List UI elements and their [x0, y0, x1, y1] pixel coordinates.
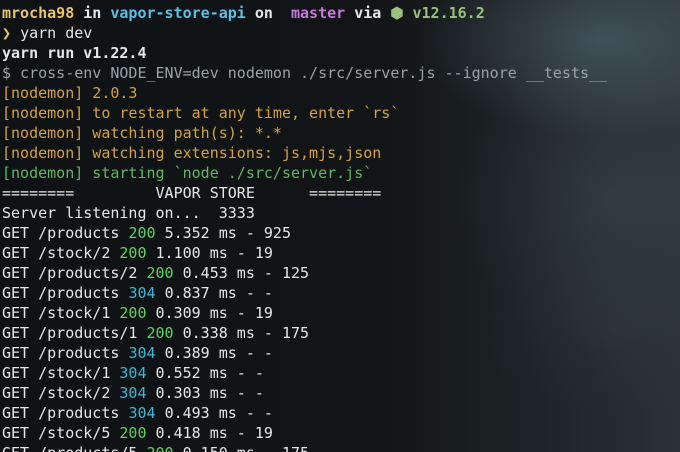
request-status: 200 — [119, 304, 147, 322]
nodemon-line: [nodemon] watching path(s): *.* — [2, 124, 282, 142]
prompt-via: via — [354, 4, 382, 22]
request-status: 200 — [119, 244, 147, 262]
nodemon-line: [nodemon] watching extensions: js,mjs,js… — [2, 144, 382, 162]
server-listening-line: Server listening on... 3333 — [2, 204, 255, 222]
prompt-on: on — [254, 4, 273, 22]
request-status: 200 — [146, 264, 174, 282]
request-timing: 5.352 ms - 925 — [164, 224, 291, 242]
prompt-node-version: v12.16.2 — [412, 4, 485, 22]
terminal-output: mrocha98 in vapor-store-api on master vi… — [0, 0, 680, 452]
request-timing: 0.493 ms - - — [164, 404, 273, 422]
prompt-branch: master — [291, 4, 346, 22]
app-banner: ======== VAPOR STORE ======== — [2, 184, 382, 202]
request-timing: 0.309 ms - 19 — [155, 304, 273, 322]
request-timing: 1.100 ms - 19 — [155, 244, 273, 262]
request-path: /stock/2 — [38, 384, 111, 402]
node-icon: ⬢ — [390, 4, 404, 22]
request-line: GET /products/1 200 0.338 ms - 175 — [2, 323, 680, 343]
request-timing: 0.303 ms - - — [155, 384, 264, 402]
request-path: /stock/5 — [38, 424, 111, 442]
request-line: GET /stock/1 200 0.309 ms - 19 — [2, 303, 680, 323]
request-status: 304 — [119, 384, 147, 402]
request-line: GET /products 200 5.352 ms - 925 — [2, 223, 680, 243]
prompt-in: in — [83, 4, 102, 22]
request-method: GET — [2, 344, 30, 362]
request-status: 200 — [128, 224, 156, 242]
request-path: /products — [38, 224, 120, 242]
request-path: /products — [38, 344, 120, 362]
request-path: /products/1 — [38, 324, 138, 342]
request-path: /products — [38, 284, 120, 302]
request-line: GET /stock/5 200 0.418 ms - 19 — [2, 423, 680, 443]
request-method: GET — [2, 444, 29, 452]
request-line: GET /products/5 200 0.150 ms - 175 — [2, 443, 680, 452]
request-method: GET — [2, 404, 30, 422]
request-timing: 0.150 ms - 175 — [183, 444, 309, 452]
request-status: 304 — [128, 344, 156, 362]
request-method: GET — [2, 304, 30, 322]
request-line: GET /products 304 0.837 ms - - — [2, 283, 680, 303]
nodemon-start-line: [nodemon] starting `node ./src/server.js… — [2, 164, 373, 182]
request-status: 304 — [128, 404, 156, 422]
command-text: yarn dev — [20, 24, 93, 42]
request-log: GET /products 200 5.352 ms - 925 GET /st… — [2, 223, 680, 452]
nodemon-line: [nodemon] to restart at any time, enter … — [2, 104, 400, 122]
yarn-version-line: yarn run v1.22.4 — [2, 44, 147, 62]
request-path: /products/2 — [38, 264, 138, 282]
request-timing: 0.453 ms - 125 — [182, 264, 310, 282]
request-status: 304 — [119, 364, 147, 382]
request-timing: 0.837 ms - - — [164, 284, 273, 302]
terminal-window[interactable]: mrocha98 in vapor-store-api on master vi… — [0, 0, 680, 452]
request-method: GET — [2, 284, 30, 302]
request-path: /stock/1 — [38, 304, 111, 322]
nodemon-line: [nodemon] 2.0.3 — [2, 84, 138, 102]
request-status: 200 — [146, 324, 174, 342]
request-path: /products — [38, 404, 120, 422]
request-path: /products/5 — [38, 444, 137, 452]
request-timing: 0.552 ms - - — [155, 364, 264, 382]
request-method: GET — [2, 244, 30, 262]
request-method: GET — [2, 264, 30, 282]
request-timing: 0.338 ms - 175 — [182, 324, 310, 342]
request-method: GET — [2, 224, 30, 242]
request-line: GET /stock/2 304 0.303 ms - - — [2, 383, 680, 403]
prompt-line: mrocha98 in vapor-store-api on master vi… — [2, 3, 680, 23]
request-method: GET — [2, 424, 30, 442]
request-method: GET — [2, 364, 30, 382]
request-status: 200 — [147, 444, 174, 452]
request-path: /stock/2 — [38, 244, 111, 262]
prompt-directory: vapor-store-api — [110, 4, 246, 22]
request-line: GET /stock/1 304 0.552 ms - - — [2, 363, 680, 383]
request-status: 304 — [128, 284, 156, 302]
request-timing: 0.418 ms - 19 — [155, 424, 273, 442]
command-line[interactable]: ❯ yarn dev — [2, 23, 680, 43]
request-line: GET /stock/2 200 1.100 ms - 19 — [2, 243, 680, 263]
request-timing: 0.389 ms - - — [164, 344, 273, 362]
request-line: GET /products/2 200 0.453 ms - 125 — [2, 263, 680, 283]
request-path: /stock/1 — [38, 364, 111, 382]
cross-env-line: $ cross-env NODE_ENV=dev nodemon ./src/s… — [2, 64, 608, 82]
prompt-arrow-icon: ❯ — [2, 24, 12, 42]
request-method: GET — [2, 384, 30, 402]
request-line: GET /products 304 0.493 ms - - — [2, 403, 680, 423]
request-method: GET — [2, 324, 30, 342]
prompt-user: mrocha98 — [2, 4, 75, 22]
request-status: 200 — [119, 424, 147, 442]
request-line: GET /products 304 0.389 ms - - — [2, 343, 680, 363]
